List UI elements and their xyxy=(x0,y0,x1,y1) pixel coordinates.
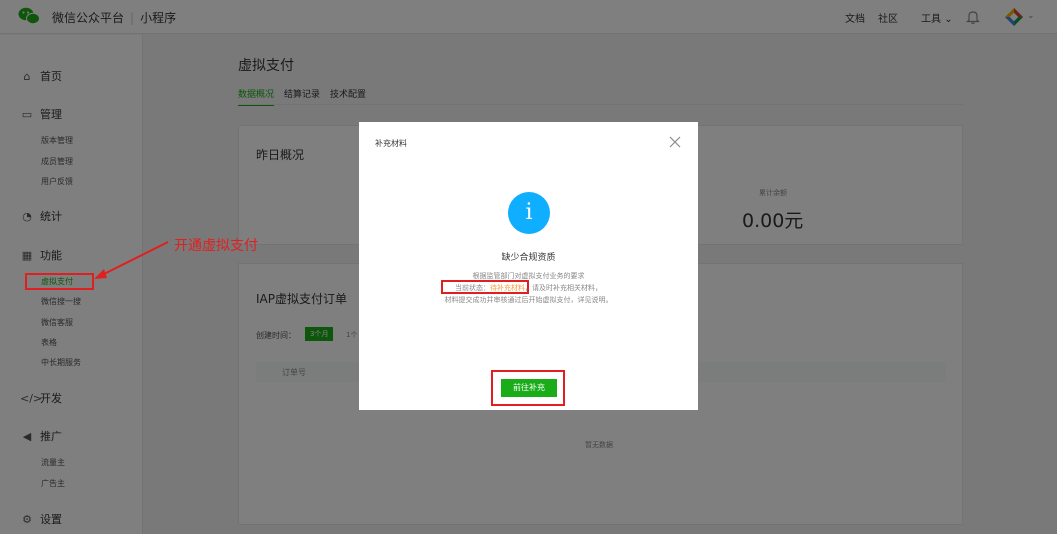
button-highlight-box xyxy=(491,370,565,406)
close-icon[interactable] xyxy=(668,135,682,149)
dialog-text-rest: ，请及时补充相关材料， xyxy=(525,284,602,292)
annotation-arrow-icon xyxy=(94,241,169,279)
supplement-material-dialog: 补充材料 i 缺少合规资质 根据监管部门对虚拟支付业务的要求 当前状态：待补充材… xyxy=(359,122,698,410)
dialog-title: 补充材料 xyxy=(375,139,407,148)
annotation-text: 开通虚拟支付 xyxy=(174,238,258,254)
sidebar-highlight-box xyxy=(25,273,94,290)
info-icon: i xyxy=(508,192,550,234)
dialog-heading: 缺少合规资质 xyxy=(501,253,556,263)
status-highlight-box xyxy=(441,280,529,294)
dialog-text-line3: 材料提交成功并审核通过后开始虚拟支付，详见说明。 xyxy=(444,296,613,304)
